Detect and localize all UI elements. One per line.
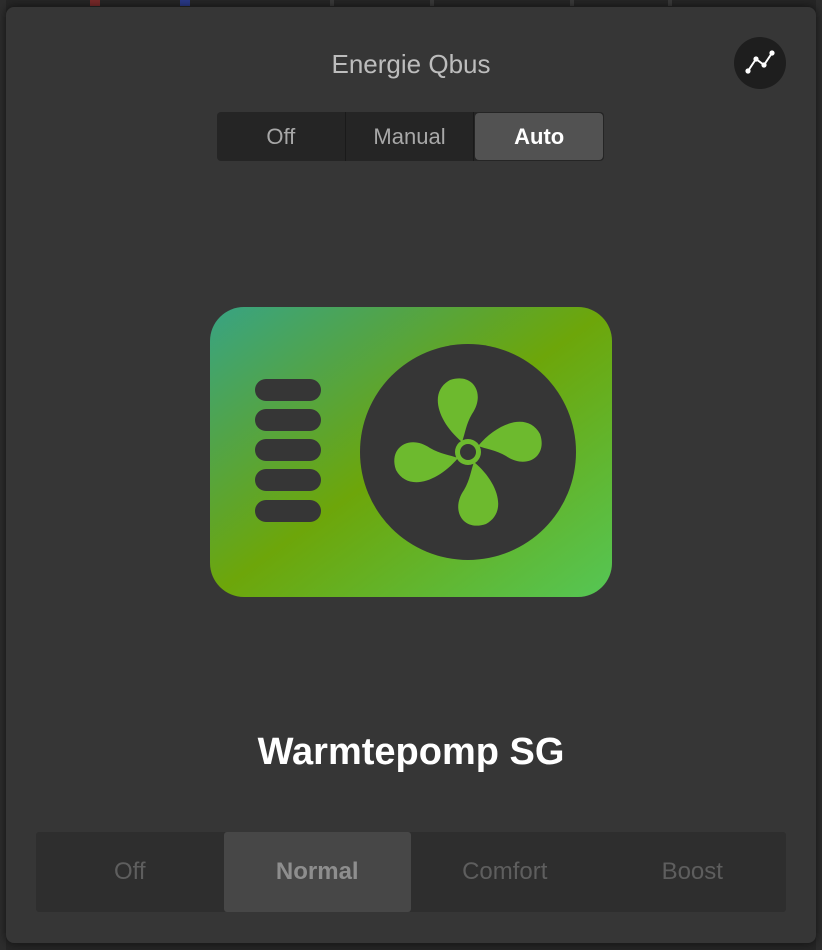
dialog-title: Energie Qbus	[331, 49, 491, 79]
preset-selector: Off Normal Comfort Boost	[36, 832, 786, 912]
preset-option-normal[interactable]: Normal	[223, 832, 411, 912]
mode-option-auto[interactable]: Auto	[475, 113, 604, 160]
background-strip	[90, 0, 100, 6]
background-edge-right	[816, 0, 822, 950]
mode-option-manual[interactable]: Manual	[346, 112, 475, 161]
mode-selector: Off Manual Auto	[217, 112, 604, 161]
heat-pump-icon	[210, 307, 612, 597]
chart-line-icon	[745, 50, 775, 74]
history-button[interactable]	[734, 37, 786, 89]
background-strip	[570, 0, 574, 6]
mode-option-off[interactable]: Off	[217, 112, 346, 161]
preset-option-boost[interactable]: Boost	[599, 832, 787, 912]
preset-option-off[interactable]: Off	[36, 832, 224, 912]
background-strip	[430, 0, 434, 6]
background-strip	[180, 0, 190, 6]
preset-option-comfort[interactable]: Comfort	[411, 832, 599, 912]
background-strip	[668, 0, 672, 6]
device-name: Warmtepomp SG	[257, 731, 565, 773]
more-info-dialog: Energie Qbus Off Manual Auto Warmtepomp …	[6, 7, 816, 943]
background-strip	[330, 0, 334, 6]
